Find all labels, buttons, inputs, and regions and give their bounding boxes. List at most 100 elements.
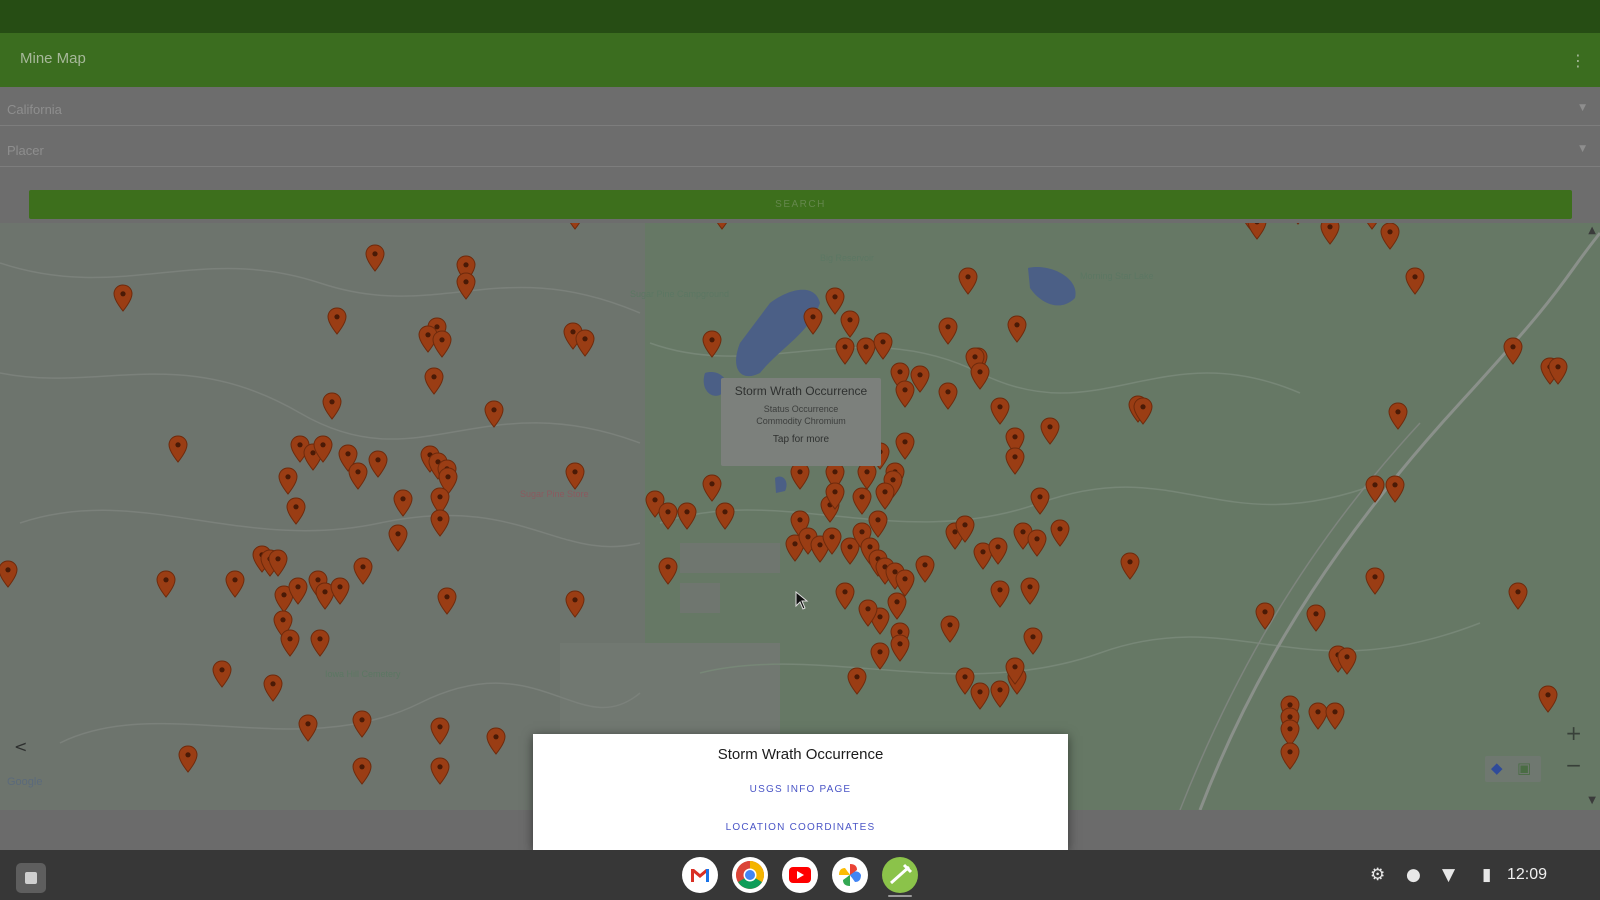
map-marker-icon[interactable] — [875, 482, 895, 510]
map-marker-icon[interactable] — [1247, 223, 1267, 240]
map-info-window[interactable]: Storm Wrath Occurrence Status Occurrence… — [721, 378, 881, 466]
map-marker-icon[interactable] — [486, 727, 506, 755]
map-marker-icon[interactable] — [712, 223, 732, 230]
map-marker-icon[interactable] — [1365, 567, 1385, 595]
map-marker-icon[interactable] — [1288, 223, 1308, 225]
map-marker-icon[interactable] — [313, 435, 333, 463]
map-marker-icon[interactable] — [322, 392, 342, 420]
map-marker-icon[interactable] — [1385, 475, 1405, 503]
map-marker-icon[interactable] — [298, 714, 318, 742]
map-marker-icon[interactable] — [1337, 647, 1357, 675]
map-marker-icon[interactable] — [870, 642, 890, 670]
map-marker-icon[interactable] — [1040, 417, 1060, 445]
map-marker-icon[interactable] — [1362, 223, 1382, 230]
map-marker-icon[interactable] — [847, 667, 867, 695]
search-button[interactable]: SEARCH — [29, 190, 1572, 219]
map-marker-icon[interactable] — [890, 634, 910, 662]
map-marker-icon[interactable] — [1023, 627, 1043, 655]
map-marker-icon[interactable] — [432, 330, 452, 358]
map-marker-icon[interactable] — [212, 660, 232, 688]
usgs-info-page-option[interactable]: USGS INFO PAGE — [533, 784, 1068, 795]
map-marker-icon[interactable] — [430, 757, 450, 785]
map-marker-icon[interactable] — [484, 400, 504, 428]
map-marker-icon[interactable] — [178, 745, 198, 773]
more-vert-icon[interactable]: ⋮ — [1570, 51, 1586, 70]
map-marker-icon[interactable] — [1020, 577, 1040, 605]
do-not-disturb-icon[interactable]: ● — [1406, 865, 1421, 885]
chrome-icon[interactable] — [732, 857, 768, 893]
map-marker-icon[interactable] — [988, 537, 1008, 565]
map-marker-icon[interactable] — [278, 467, 298, 495]
map-marker-icon[interactable] — [1405, 267, 1425, 295]
map-marker-icon[interactable] — [1027, 529, 1047, 557]
launcher-button[interactable] — [16, 863, 46, 893]
map-marker-icon[interactable] — [702, 474, 722, 502]
map-marker-icon[interactable] — [958, 267, 978, 295]
map-marker-icon[interactable] — [288, 577, 308, 605]
map-marker-icon[interactable] — [803, 307, 823, 335]
share-icon[interactable]: < — [14, 737, 27, 756]
map-marker-icon[interactable] — [1503, 337, 1523, 365]
scroll-down-icon[interactable]: ▼ — [1588, 795, 1596, 806]
map-marker-icon[interactable] — [280, 629, 300, 657]
map-marker-icon[interactable] — [388, 524, 408, 552]
map-marker-icon[interactable] — [437, 587, 457, 615]
map-marker-icon[interactable] — [424, 367, 444, 395]
google-maps-icon[interactable]: ▣ — [1517, 759, 1531, 777]
map-marker-icon[interactable] — [1365, 475, 1385, 503]
map-marker-icon[interactable] — [263, 674, 283, 702]
settings-gear-icon[interactable]: ⚙ — [1370, 865, 1385, 885]
map-marker-icon[interactable] — [658, 557, 678, 585]
mine-map-app-icon[interactable] — [882, 857, 918, 893]
map-marker-icon[interactable] — [1030, 487, 1050, 515]
map-marker-icon[interactable] — [1255, 602, 1275, 630]
map-marker-icon[interactable] — [677, 502, 697, 530]
map-marker-icon[interactable] — [352, 710, 372, 738]
map-marker-icon[interactable] — [822, 527, 842, 555]
map-marker-icon[interactable] — [970, 682, 990, 710]
youtube-icon[interactable] — [782, 857, 818, 893]
wifi-icon[interactable]: ▼ — [1442, 865, 1455, 885]
map-marker-icon[interactable] — [702, 330, 722, 358]
map-marker-icon[interactable] — [1050, 519, 1070, 547]
gmail-icon[interactable] — [682, 857, 718, 893]
scroll-up-icon[interactable]: ▲ — [1588, 225, 1596, 236]
map-marker-icon[interactable] — [658, 502, 678, 530]
map-marker-icon[interactable] — [1306, 604, 1326, 632]
zoom-in-button[interactable]: + — [1565, 721, 1582, 745]
zoom-out-button[interactable]: − — [1565, 753, 1582, 777]
map-marker-icon[interactable] — [940, 615, 960, 643]
clock-time[interactable]: 12:09 — [1507, 866, 1547, 884]
map-marker-icon[interactable] — [1538, 685, 1558, 713]
map-marker-icon[interactable] — [1325, 702, 1345, 730]
map-marker-icon[interactable] — [1133, 397, 1153, 425]
battery-icon[interactable]: ▮ — [1482, 865, 1491, 885]
map-marker-icon[interactable] — [835, 582, 855, 610]
map-marker-icon[interactable] — [565, 590, 585, 618]
map-marker-icon[interactable] — [1548, 357, 1568, 385]
map-marker-icon[interactable] — [430, 509, 450, 537]
county-dropdown[interactable]: Placer ▼ — [0, 131, 1600, 167]
map-marker-icon[interactable] — [790, 462, 810, 490]
map-marker-icon[interactable] — [156, 570, 176, 598]
map-marker-icon[interactable] — [1120, 552, 1140, 580]
map-marker-icon[interactable] — [310, 629, 330, 657]
map-marker-icon[interactable] — [456, 272, 476, 300]
map-marker-icon[interactable] — [825, 482, 845, 510]
map-marker-icon[interactable] — [430, 717, 450, 745]
map-marker-icon[interactable] — [1280, 742, 1300, 770]
map-marker-icon[interactable] — [113, 284, 133, 312]
map-marker-icon[interactable] — [887, 592, 907, 620]
map-marker-icon[interactable] — [835, 337, 855, 365]
map-marker-icon[interactable] — [330, 577, 350, 605]
map-marker-icon[interactable] — [327, 307, 347, 335]
map-marker-icon[interactable] — [1388, 402, 1408, 430]
map-marker-icon[interactable] — [873, 332, 893, 360]
map-marker-icon[interactable] — [286, 497, 306, 525]
map-marker-icon[interactable] — [990, 580, 1010, 608]
state-dropdown[interactable]: California ▼ — [0, 90, 1600, 126]
map-marker-icon[interactable] — [368, 450, 388, 478]
map-marker-icon[interactable] — [268, 549, 288, 577]
map-marker-icon[interactable] — [938, 317, 958, 345]
map-marker-icon[interactable] — [365, 244, 385, 272]
